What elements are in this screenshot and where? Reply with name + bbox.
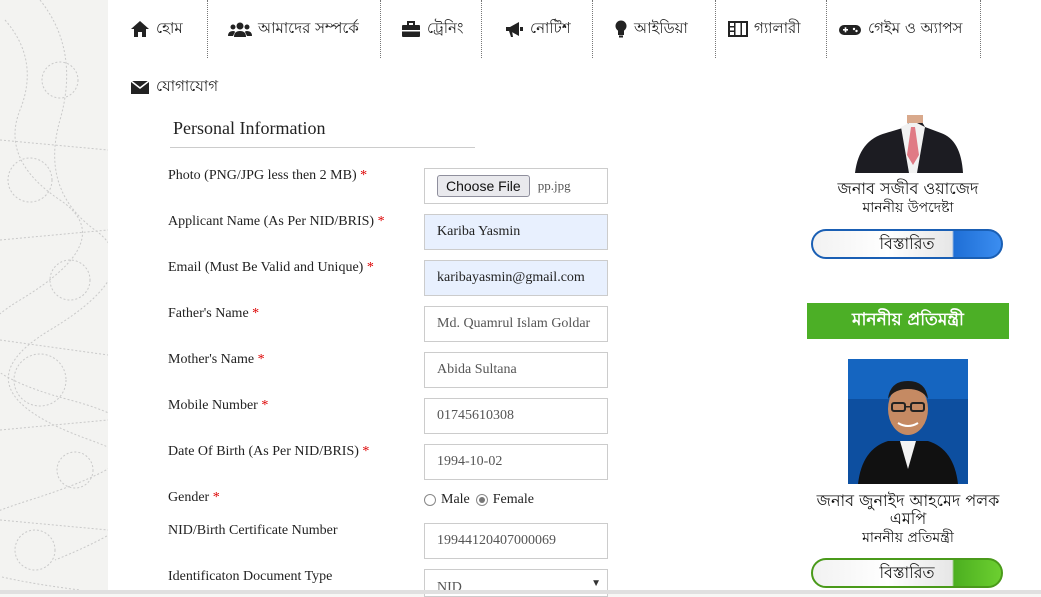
nav-item-games[interactable]: গেইম ও অ্যাপস — [838, 0, 962, 58]
nav-divider — [592, 0, 593, 58]
film-icon — [728, 21, 748, 37]
briefcase-icon — [402, 21, 420, 37]
nav-label-about: আমাদের সম্পর্কে — [258, 18, 359, 37]
nav-divider — [980, 0, 981, 58]
photo-file-input[interactable]: Choose File pp.jpg — [424, 168, 608, 204]
nav-divider — [715, 0, 716, 58]
advisor-role: মাননীয় উপদেষ্টা — [862, 200, 954, 216]
minister-section-header: মাননীয় প্রতিমন্ত্রী — [807, 303, 1009, 339]
email-input[interactable]: karibayasmin@gmail.com — [424, 260, 608, 296]
nav-label-gallery: গ্যালারী — [754, 18, 801, 37]
nav-label-contact: যোগাযোগ — [156, 76, 219, 95]
chevron-down-icon: ▼ — [591, 577, 601, 589]
mobile-input[interactable]: 01745610308 — [424, 398, 608, 434]
nav-item-gallery[interactable]: গ্যালারী — [728, 0, 801, 58]
section-title: Personal Information — [173, 118, 326, 138]
gender-female-radio[interactable] — [475, 494, 488, 506]
nid-label: NID/Birth Certificate Number — [168, 523, 338, 538]
gender-male-radio[interactable] — [424, 494, 436, 506]
father-name-input[interactable]: Md. Quamrul Islam Goldar — [424, 306, 608, 342]
page-content: হোম আমাদের সম্পর্কে ট্রেনিং নোটিশ আইডিয়… — [108, 0, 1041, 597]
decorative-background — [0, 0, 108, 594]
users-icon — [228, 22, 252, 37]
mobile-label: Mobile Number * — [168, 398, 269, 413]
nav-item-training[interactable]: ট্রেনিং — [401, 0, 463, 58]
gender-female-label: Female — [492, 492, 534, 507]
nav-label-notice: নোটিশ — [530, 18, 571, 37]
nav-label-idea: আইডিয়া — [634, 18, 688, 37]
megaphone-icon — [506, 22, 523, 37]
nav-item-about[interactable]: আমাদের সম্পর্কে — [228, 0, 359, 58]
nav-label-games: গেইম ও অ্যাপস — [868, 18, 963, 37]
nav-item-home[interactable]: হোম — [130, 0, 183, 58]
minister-photo — [848, 359, 968, 484]
photo-label: Photo (PNG/JPG less then 2 MB) * — [168, 168, 368, 183]
id-doc-type-label: Identificaton Document Type — [168, 569, 333, 584]
gender-radio-group: Male Female — [424, 492, 534, 508]
envelope-icon — [130, 80, 150, 94]
nav-item-notice[interactable]: নোটিশ — [504, 0, 571, 58]
nav-divider — [380, 0, 381, 58]
nav-label-training: ট্রেনিং — [427, 18, 464, 37]
lightbulb-icon — [615, 20, 627, 38]
gamepad-icon — [839, 25, 861, 35]
advisor-photo — [851, 115, 967, 173]
minister-details-button[interactable]: বিস্তারিত — [811, 558, 1003, 588]
home-icon — [131, 21, 149, 37]
email-label: Email (Must Be Valid and Unique) * — [168, 260, 374, 275]
dob-input[interactable]: 1994-10-02 — [424, 444, 608, 480]
nav-item-contact[interactable]: যোগাযোগ — [130, 58, 218, 116]
nav-label-home: হোম — [156, 18, 183, 37]
file-name: pp.jpg — [537, 178, 571, 193]
father-name-label: Father's Name * — [168, 306, 260, 321]
gender-male-label: Male — [441, 492, 470, 507]
nav-divider — [826, 0, 827, 58]
applicant-name-label: Applicant Name (As Per NID/BRIS) * — [168, 214, 385, 229]
choose-file-button[interactable]: Choose File — [437, 175, 530, 197]
bottom-edge — [0, 590, 1041, 594]
mother-name-input[interactable]: Abida Sultana — [424, 352, 608, 388]
minister-role: মাননীয় প্রতিমন্ত্রী — [862, 530, 954, 546]
nid-input[interactable]: 19944120407000069 — [424, 523, 608, 559]
nav-divider — [207, 0, 208, 58]
mother-name-label: Mother's Name * — [168, 352, 265, 367]
gender-label: Gender * — [168, 490, 220, 505]
advisor-details-button[interactable]: বিস্তারিত — [811, 229, 1003, 259]
nav-divider — [481, 0, 482, 58]
dob-label: Date Of Birth (As Per NID/BRIS) * — [168, 444, 370, 459]
section-divider — [170, 147, 475, 148]
nav-item-idea[interactable]: আইডিয়া — [614, 0, 688, 58]
applicant-name-input[interactable]: Kariba Yasmin — [424, 214, 608, 250]
